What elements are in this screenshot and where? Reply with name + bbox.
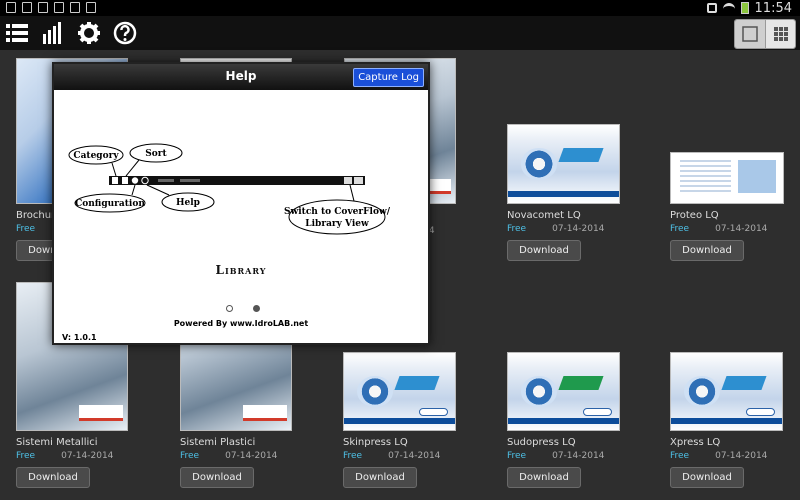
mail-icon [54,2,64,13]
callout-switch-line2: Library View [305,219,369,229]
download-button[interactable]: Download [507,467,581,488]
item-date: 07-14-2014 [552,224,605,234]
gear-icon [78,22,100,44]
item-price: Free [670,224,690,234]
checkbox-icon [70,2,80,13]
app-toolbar [0,16,800,50]
image-icon [22,2,32,13]
catalog-cover[interactable] [507,352,620,431]
item-title: Xpress LQ [670,437,721,448]
item-price: Free [507,451,527,461]
download-button[interactable]: Download [343,467,417,488]
version-label: V: 1.0.1 [62,333,97,342]
item-date: 07-14-2014 [61,451,114,461]
item-price: Free [343,451,363,461]
coverflow-view-button[interactable] [735,20,765,48]
item-date: 07-14-2014 [715,224,768,234]
toolbar-diagram: Category Sort Configuration Help Switch … [68,143,391,235]
catalog-cover[interactable] [670,152,784,204]
callout-help: Help [176,198,200,208]
page-indicator [226,305,260,312]
callout-category: Category [73,151,119,161]
powered-by: Powered By www.IdroLAB.net [173,319,309,328]
item-title: Sistemi Plastici [180,437,256,448]
catalog-cover[interactable] [670,352,783,431]
callout-sort: Sort [145,149,167,159]
comap-logo [78,405,123,422]
page-dot-2[interactable] [253,305,260,312]
download-button[interactable]: Download [180,467,254,488]
category-button[interactable] [4,20,30,46]
item-date: 07-14-2014 [552,451,605,461]
dialog-header: Help Capture Log [54,64,428,90]
item-price: Free [16,224,36,234]
catalog-item[interactable]: Skinpress LQ Free 07-14-2014 Download [343,352,473,488]
category-icon [6,24,28,42]
usb-icon [6,2,16,13]
view-toggle [734,19,796,49]
callout-configuration: Configuration [75,199,145,209]
play-store-icon [86,2,96,13]
battery-icon [740,2,749,14]
help-dialog: Help Capture Log Category Sort Configura… [52,62,430,345]
callout-switch: Switch to CoverFlow/ [284,207,391,217]
clock: 11:54 [754,0,792,16]
page-dot-1[interactable] [226,305,233,312]
grid-view-icon [773,27,788,41]
cover-graphic [521,148,557,180]
download-button[interactable]: Download [670,240,744,261]
item-price: Free [16,451,36,461]
download-icon [38,2,48,13]
item-price: Free [180,451,200,461]
item-title: Sistemi Metallici [16,437,98,448]
notification-icons [6,2,96,13]
catalog-cover[interactable] [507,124,620,204]
download-button[interactable]: Download [670,467,744,488]
item-title: Sudopress LQ [507,437,576,448]
section-title: Library [215,263,267,277]
item-title: Skinpress LQ [343,437,408,448]
catalog-item[interactable]: Xpress LQ Free 07-14-2014 Download [670,352,800,488]
item-price: Free [670,451,690,461]
item-title: Novacomet LQ [507,210,581,221]
item-title: Proteo LQ [670,210,719,221]
help-content: Category Sort Configuration Help Switch … [54,90,428,343]
single-view-icon [742,26,758,42]
library-view-button[interactable] [765,20,795,48]
download-button[interactable]: Download [507,240,581,261]
item-date: 07-14-2014 [715,451,768,461]
catalog-cover[interactable] [343,352,456,431]
help-button[interactable] [112,20,138,46]
item-date: 07-14-2014 [388,451,441,461]
settings-button[interactable] [76,20,102,46]
catalog-item[interactable]: Sudopress LQ Free 07-14-2014 Download [507,352,637,488]
mock-toolbar [109,176,365,185]
sort-icon [43,22,61,44]
comap-logo [242,405,287,422]
capture-log-button[interactable]: Capture Log [353,68,424,87]
sort-button[interactable] [40,20,66,46]
catalog-item[interactable]: Proteo LQ Free 07-14-2014 Download [670,152,800,261]
item-date: 07-14-2014 [225,451,278,461]
status-bar: 11:54 [0,0,800,16]
help-icon [113,21,137,45]
wifi-icon [722,3,735,13]
catalog-item[interactable]: Novacomet LQ Free 07-14-2014 Download [507,124,637,261]
download-button[interactable]: Download [16,467,90,488]
mute-icon [706,3,717,13]
item-price: Free [507,224,527,234]
